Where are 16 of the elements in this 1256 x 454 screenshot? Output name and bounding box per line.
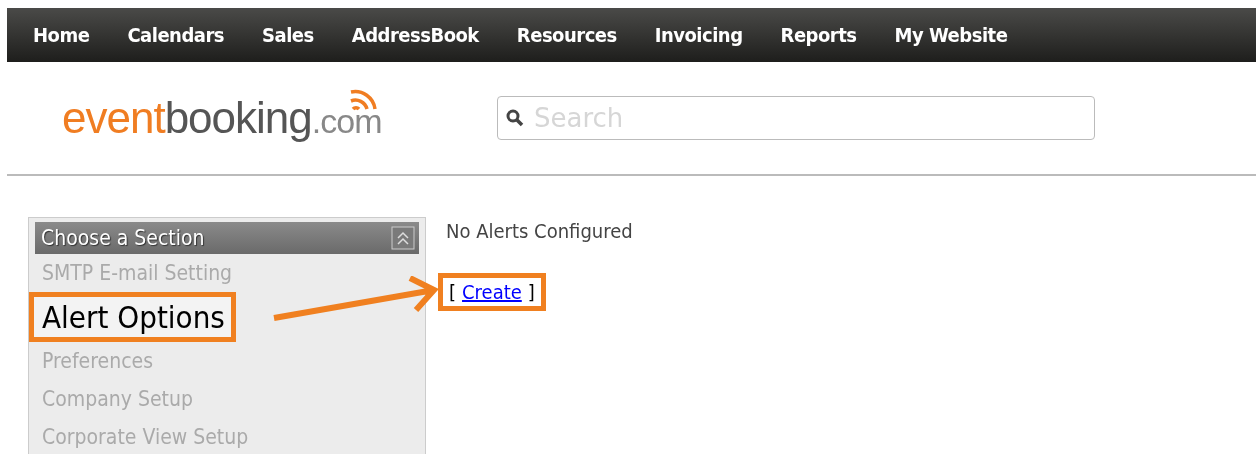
nav-item[interactable]: Reports xyxy=(780,23,857,47)
nav-item[interactable]: Resources xyxy=(516,23,617,47)
status-message: No Alerts Configured xyxy=(446,219,633,243)
bracket: ] xyxy=(527,280,535,304)
panel-title: Choose a Section xyxy=(41,226,205,250)
nav-item[interactable]: Invoicing xyxy=(654,23,743,47)
collapse-icon[interactable] xyxy=(391,226,415,250)
nav-item[interactable]: My Website xyxy=(894,23,1008,47)
bracket: [ xyxy=(449,280,457,304)
section-item[interactable]: Alert Options xyxy=(29,292,236,342)
search-icon xyxy=(506,109,524,127)
nav-item[interactable]: Sales xyxy=(262,23,314,47)
nav-item[interactable]: AddressBook xyxy=(351,23,479,47)
create-link[interactable]: Create xyxy=(462,280,522,304)
nav-item[interactable]: Calendars xyxy=(127,23,225,47)
nav-item[interactable]: Home xyxy=(33,23,90,47)
